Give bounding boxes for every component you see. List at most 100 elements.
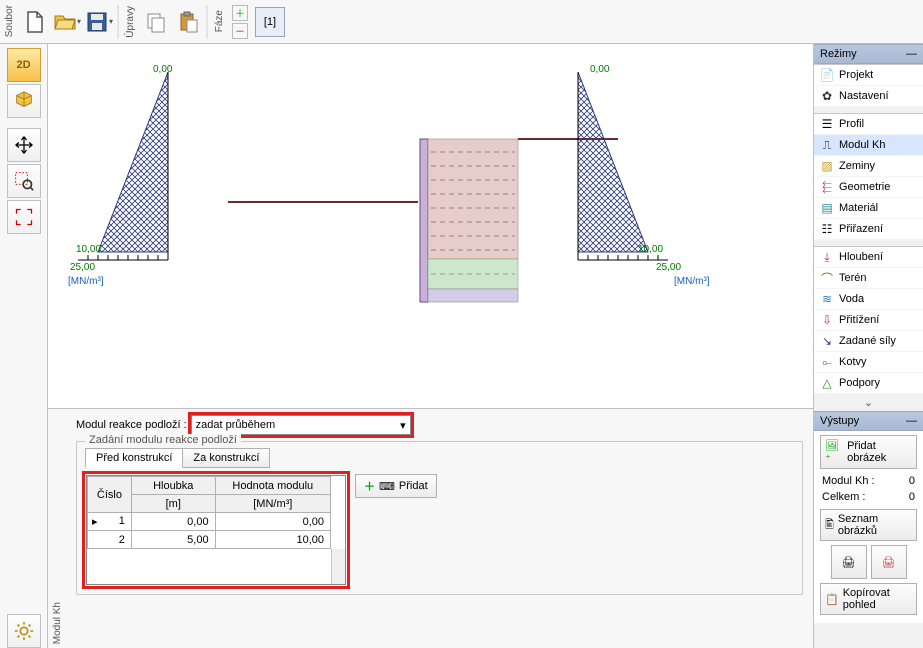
right-top-label: 0,00 [590,64,609,75]
left-top-label: 0,00 [153,64,172,75]
right-axis-end-label: 25,00 [656,262,681,273]
mode-item-profil[interactable]: ☰ Profil [814,114,923,135]
mode-item-label: Materiál [839,202,878,214]
module-table: Číslo Hloubka Hodnota modulu [m] [MN/m³] [86,475,346,585]
print-button[interactable]: 🖨 [831,545,867,579]
right-unit-label: [MN/m³] [674,276,710,287]
terrain-icon: ⌒ [820,271,834,285]
bottom-input-panel: Modul Kh Modul reakce podloží : zadat pr… [48,408,813,648]
dig-icon: ⤓ [820,250,834,264]
tab-after-construction[interactable]: Za konstrukcí [182,448,270,468]
mode-item-label: Kotvy [839,356,867,368]
mode-item-materiál[interactable]: ▤Materiál [814,198,923,219]
force-icon: ↘ [820,334,834,348]
collapse-icon: — [906,415,917,427]
zoom-region-button[interactable] [7,164,41,198]
tab-before-construction[interactable]: Před konstrukcí [85,448,183,468]
printer-icon: 🖨 [842,556,856,569]
mode-item-label: Nastavení [839,90,889,102]
pan-button[interactable] [7,128,41,162]
add-image-button[interactable]: 🖼⁺ Přidat obrázek [820,435,917,469]
th-depth-unit: [m] [131,495,215,513]
support-icon: △ [820,376,834,390]
mode-item-zeminy[interactable]: ▨ Zeminy [814,156,923,177]
mode-item-label: Zeminy [839,160,875,172]
table-row[interactable]: 2 5,00 10,00 [88,531,331,549]
assign-icon: ☷ [820,222,834,236]
mode-item-label: Modul Kh [839,139,885,151]
mode-item-přiřazení[interactable]: ☷ Přiřazení [814,219,923,240]
right-depth-label: 10,00 [638,244,663,255]
mode-item-kotvy[interactable]: ⟜ Kotvy [814,352,923,373]
mode-item-label: Přiřazení [839,223,883,235]
anchor-icon: ⟜ [820,355,834,369]
list-images-button[interactable]: 🖺 Seznam obrázků [820,509,917,541]
soubor-group-label: Soubor [2,3,17,39]
drawing-canvas[interactable]: 0,00 10,00 25,00 [MN/m³] [48,44,813,408]
top-toolbar: Soubor ▾ ▾ Úpravy Fáze ＋ － [1] [0,0,923,44]
add-phase-button[interactable]: ＋ [232,5,248,21]
open-file-button[interactable]: ▾ [52,5,82,39]
mode-item-podpory[interactable]: △ Podpory [814,373,923,394]
output-modul-label: Modul Kh : [822,475,875,487]
upravy-group-label: Úpravy [123,4,138,40]
panel-side-label: Modul Kh [52,598,63,648]
mode-item-nastavení[interactable]: ✿ Nastavení [814,86,923,107]
faze-group-label: Fáze [212,8,227,34]
remove-phase-button[interactable]: － [232,23,248,39]
print-color-button[interactable]: 🖨 [871,545,907,579]
mode-item-label: Podpory [839,377,880,389]
water-icon: ≋ [820,292,834,306]
profile-icon: ☰ [820,117,834,131]
module-input-fieldset: Zadání modulu reakce podloží Před konstr… [76,441,803,595]
plus-icon: ＋ [364,478,375,494]
mode-item-label: Zadané síly [839,335,896,347]
printer-color-icon: 🖨 [882,556,896,569]
gear-icon: ✿ [820,89,834,103]
fieldset-legend: Zadání modulu reakce podloží [85,434,241,446]
copy-button[interactable] [141,5,171,39]
left-unit-label: [MN/m³] [68,276,104,287]
left-toolstrip: 2D [0,44,48,648]
phase-1-tab[interactable]: [1] [255,7,285,37]
vystupy-header[interactable]: Výstupy— [814,411,923,431]
mode-item-label: Terén [839,272,867,284]
mode-item-modul-kh[interactable]: ⎍ Modul Kh [814,135,923,156]
th-depth: Hloubka [131,477,215,495]
mode-item-terén[interactable]: ⌒ Terén [814,268,923,289]
zoom-extents-button[interactable] [7,200,41,234]
mode-item-hloubení[interactable]: ⤓Hloubení [814,247,923,268]
view-3d-button[interactable] [7,84,41,118]
zeminy-icon: ▨ [820,159,834,173]
save-file-button[interactable]: ▾ [84,5,114,39]
file-icon: 📄 [820,68,834,82]
mode-item-geometrie[interactable]: ⬱Geometrie [814,177,923,198]
th-number: Číslo [88,477,132,513]
view-2d-button[interactable]: 2D [7,48,41,82]
mode-item-přitížení[interactable]: ⇩Přitížení [814,310,923,331]
mode-item-label: Geometrie [839,181,890,193]
copy-view-button[interactable]: 📋 Kopírovat pohled [820,583,917,615]
mode-item-zadané-síly[interactable]: ↘ Zadané síly [814,331,923,352]
table-row[interactable]: ▸1 0,00 0,00 [88,513,331,531]
table-scrollbar[interactable] [331,549,345,584]
module-reaction-label: Modul reakce podloží : [76,419,187,431]
left-axis-end-label: 25,00 [70,262,95,273]
th-value-unit: [MN/m³] [215,495,330,513]
modul-icon: ⎍ [820,138,834,152]
left-depth-label: 10,00 [76,244,101,255]
module-reaction-combo[interactable]: zadat průběhem▾ [191,415,411,435]
settings-gear-button[interactable] [7,614,41,648]
mode-item-projekt[interactable]: 📄Projekt [814,65,923,86]
paste-button[interactable] [173,5,203,39]
list-icon: 🖺 [825,516,834,535]
chevron-down-icon: ▾ [400,419,406,432]
mode-item-label: Profil [839,118,864,130]
mode-item-voda[interactable]: ≋Voda [814,289,923,310]
rezimy-header[interactable]: Režimy— [814,44,923,64]
th-value: Hodnota modulu [215,477,330,495]
mode-item-label: Přitížení [839,314,879,326]
expand-down-button[interactable]: ⌄ [814,394,923,411]
add-row-button[interactable]: ＋ ⌨ Přidat [355,474,437,498]
new-file-button[interactable] [20,5,50,39]
